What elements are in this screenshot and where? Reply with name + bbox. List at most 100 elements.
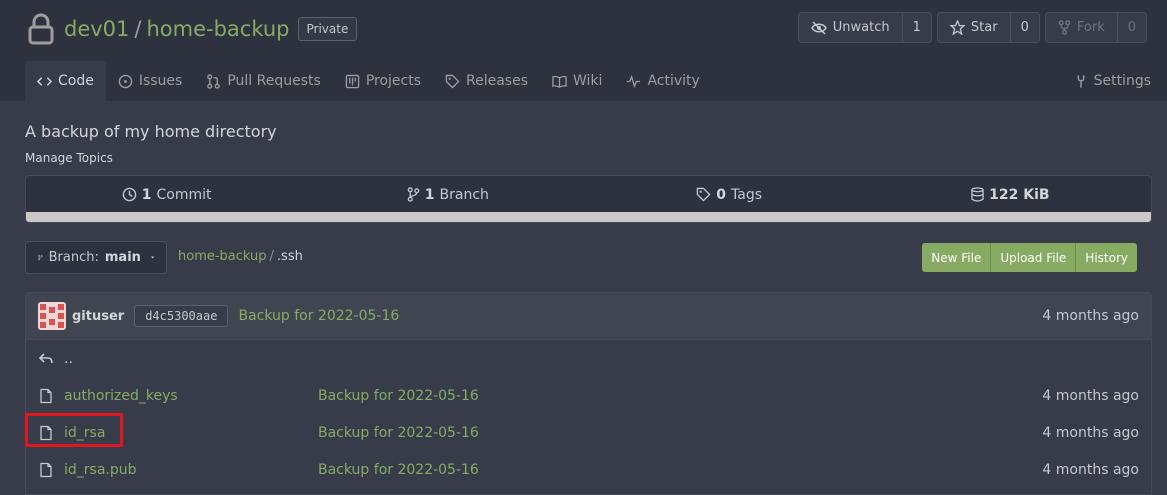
fork-label: Fork [1076,20,1105,35]
tab-pull-requests-label: Pull Requests [227,73,321,89]
pull-request-icon [207,73,221,89]
branch-selector[interactable]: Branch: main [25,241,167,274]
branch-icon [38,254,43,261]
file-commit-message[interactable]: Backup for 2022-05-16 [318,462,479,478]
file-time: 4 months ago [1042,424,1139,441]
tab-releases[interactable]: Releases [433,61,540,101]
repo-action-buttons: Unwatch 1 Star 0 Fork 0 [797,12,1147,43]
tab-projects-label: Projects [365,73,422,89]
breadcrumb-current: .ssh [276,249,303,264]
file-actions: New File Upload File History [922,243,1137,272]
commits-count: 1 [141,186,152,203]
tag-icon [445,74,460,89]
file-row-id-rsa-pub: id_rsa.pub Backup for 2022-05-16 4 month… [26,451,1151,488]
latest-commit-row: gituser d4c5300aae Backup for 2022-05-16… [26,293,1151,340]
repo-owner-link[interactable]: dev01 [64,17,129,41]
parent-dir-row[interactable]: .. [26,340,1151,377]
tab-settings[interactable]: Settings [1074,61,1151,101]
tags-count: 0 [716,186,726,203]
repo-description: A backup of my home directory [25,122,277,141]
commit-message[interactable]: Backup for 2022-05-16 [238,308,399,324]
language-bar [26,212,1151,222]
file-row-authorized-keys: authorized_keys Backup for 2022-05-16 4 … [26,377,1151,414]
tab-wiki-label: Wiki [573,73,603,89]
commit-time: 4 months ago [1042,308,1139,324]
commit-sha[interactable]: d4c5300aae [134,305,229,327]
code-icon [37,76,52,86]
tab-wiki[interactable]: Wiki [540,61,614,101]
tags-label: Tags [731,186,762,203]
repo-stats-bar: 1 Commit 1 Branch 0 Tags 122 KiB [25,175,1152,223]
commit-author[interactable]: gituser [72,309,124,324]
repo-header: dev01 / home-backup Private Unwatch 1 St… [0,0,1167,101]
repo-title: dev01 / home-backup Private [28,12,358,46]
star-label: Star [970,20,998,35]
tab-activity-label: Activity [647,73,700,89]
tab-settings-label: Settings [1093,73,1151,89]
file-commit-message[interactable]: Backup for 2022-05-16 [318,425,479,441]
watch-count[interactable]: 1 [903,13,931,42]
fork-count[interactable]: 0 [1118,13,1146,42]
file-time: 4 months ago [1042,387,1139,404]
size-stat: 122 KiB [870,187,1151,203]
eye-slash-icon [810,20,827,35]
file-time: 4 months ago [1042,461,1139,478]
file-icon [40,388,52,403]
database-icon [971,187,984,202]
tab-releases-label: Releases [466,73,529,89]
file-commit-message[interactable]: Backup for 2022-05-16 [318,388,479,404]
tab-code-label: Code [58,73,94,89]
lock-icon [28,13,54,45]
wrench-icon [1077,74,1084,88]
history-button[interactable]: History [1076,243,1137,272]
breadcrumb-separator: / [269,249,274,264]
tab-issues[interactable]: Issues [106,61,195,101]
branches-stat[interactable]: 1 Branch [307,187,588,203]
unwatch-button[interactable]: Unwatch 1 [797,12,932,43]
reply-arrow-icon [38,352,53,363]
highlight-annotation [25,413,123,447]
pulse-icon [627,74,641,88]
repo-name-link[interactable]: home-backup [146,17,289,41]
tab-pull-requests[interactable]: Pull Requests [194,61,332,101]
private-badge: Private [297,17,358,41]
history-icon [122,187,137,202]
issues-icon [118,74,133,88]
tab-projects[interactable]: Projects [333,61,433,101]
tab-code[interactable]: Code [25,61,106,101]
fork-button[interactable]: Fork 0 [1044,12,1147,43]
breadcrumb: home-backup / .ssh [178,249,303,264]
file-link[interactable]: authorized_keys [64,388,178,404]
unwatch-label: Unwatch [832,20,890,35]
projects-icon [345,74,360,88]
new-file-button[interactable]: New File [922,243,992,272]
tag-icon [697,187,711,202]
commits-label: Commit [156,186,212,203]
avatar[interactable] [38,302,66,330]
breadcrumb-root[interactable]: home-backup [178,249,267,264]
commits-stat[interactable]: 1 Commit [26,187,307,203]
book-icon [552,75,567,88]
branches-count: 1 [424,186,435,203]
star-icon [949,20,965,35]
file-link[interactable]: id_rsa.pub [64,462,137,478]
branch-icon [407,187,420,202]
file-icon [40,462,52,477]
file-list: gituser d4c5300aae Backup for 2022-05-16… [25,292,1152,495]
repo-size: 122 KiB [989,186,1050,203]
branches-label: Branch [439,186,489,203]
manage-topics-link[interactable]: Manage Topics [25,151,113,165]
tags-stat[interactable]: 0 Tags [589,187,870,203]
file-row-id-rsa: id_rsa Backup for 2022-05-16 4 months ag… [26,414,1151,451]
star-button[interactable]: Star 0 [936,12,1040,43]
upload-file-button[interactable]: Upload File [991,243,1077,272]
caret-down-icon [150,256,154,259]
star-count[interactable]: 0 [1011,13,1039,42]
branch-name: main [104,250,141,265]
repo-tabs: Code Issues Pull Requests Projects Relea… [25,61,712,101]
tab-activity[interactable]: Activity [614,61,711,101]
branch-prefix: Branch: [48,250,99,265]
tab-issues-label: Issues [138,73,183,89]
parent-dir-link[interactable]: .. [64,351,73,367]
repo-title-separator: / [134,17,142,41]
